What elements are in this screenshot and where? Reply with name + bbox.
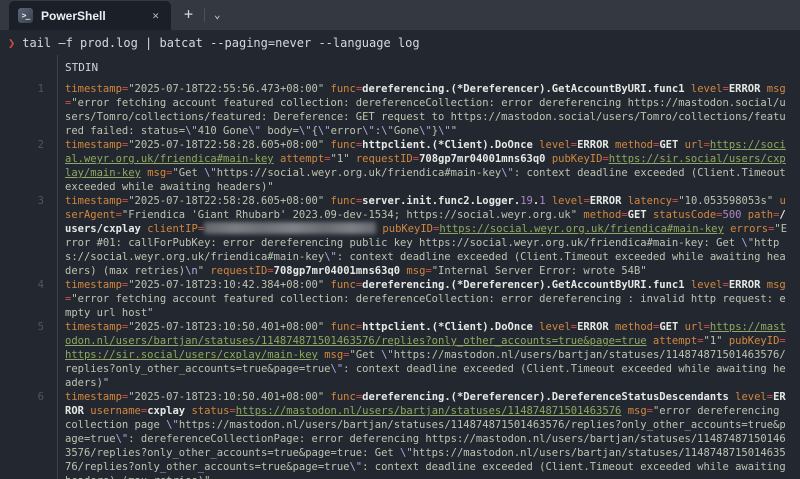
tab-powershell[interactable]: >_ PowerShell ✕: [9, 1, 171, 30]
shell-prompt: ❯: [8, 36, 15, 50]
log-entry: 5 timestamp="2025-07-18T23:10:50.401+08:0…: [0, 320, 800, 390]
log-output: 1 timestamp="2025-07-18T22:55:56.473+08:0…: [0, 82, 800, 479]
log-entry-text: timestamp="2025-07-18T22:58:28.605+08:00…: [65, 138, 789, 194]
command-text: tail —f prod.log | batcat --paging=never…: [22, 36, 419, 50]
line-number: 2: [0, 138, 44, 152]
tab-bar: >_ PowerShell ✕ + ⌄: [0, 0, 800, 30]
line-number: 1: [0, 82, 44, 96]
log-entry-text: timestamp="2025-07-18T23:10:50.401+08:00…: [65, 320, 789, 390]
close-tab-icon[interactable]: ✕: [149, 8, 162, 23]
terminal-viewport[interactable]: ❯ tail —f prod.log | batcat --paging=neve…: [0, 30, 800, 479]
line-number: 5: [0, 320, 44, 334]
line-number: 3: [0, 194, 44, 208]
log-entry: 1 timestamp="2025-07-18T22:55:56.473+08:0…: [0, 82, 800, 138]
log-entry: 4 timestamp="2025-07-18T23:10:42.384+08:0…: [0, 278, 800, 320]
new-tab-button[interactable]: +: [171, 3, 204, 30]
log-entry: 6 timestamp="2025-07-18T23:10:50.401+08:0…: [0, 390, 800, 479]
log-entry-text: timestamp="2025-07-18T22:55:56.473+08:00…: [65, 82, 789, 138]
tab-title: PowerShell: [41, 9, 141, 23]
log-entry-text: timestamp="2025-07-18T22:58:28.605+08:00…: [65, 194, 789, 278]
log-entry-text: timestamp="2025-07-18T23:10:50.401+08:00…: [65, 390, 789, 479]
tab-dropdown-icon[interactable]: ⌄: [205, 5, 231, 30]
stdin-header: STDIN: [0, 54, 800, 82]
log-entry: 3 timestamp="2025-07-18T22:58:28.605+08:0…: [0, 194, 800, 278]
line-number: 4: [0, 278, 44, 292]
redacted-client-ip: [204, 222, 376, 234]
log-entry: 2 timestamp="2025-07-18T22:58:28.605+08:0…: [0, 138, 800, 194]
command-line: ❯ tail —f prod.log | batcat --paging=neve…: [0, 30, 800, 54]
powershell-icon: >_: [18, 8, 33, 23]
line-number: 6: [0, 390, 44, 404]
log-entry-text: timestamp="2025-07-18T23:10:42.384+08:00…: [65, 278, 789, 320]
